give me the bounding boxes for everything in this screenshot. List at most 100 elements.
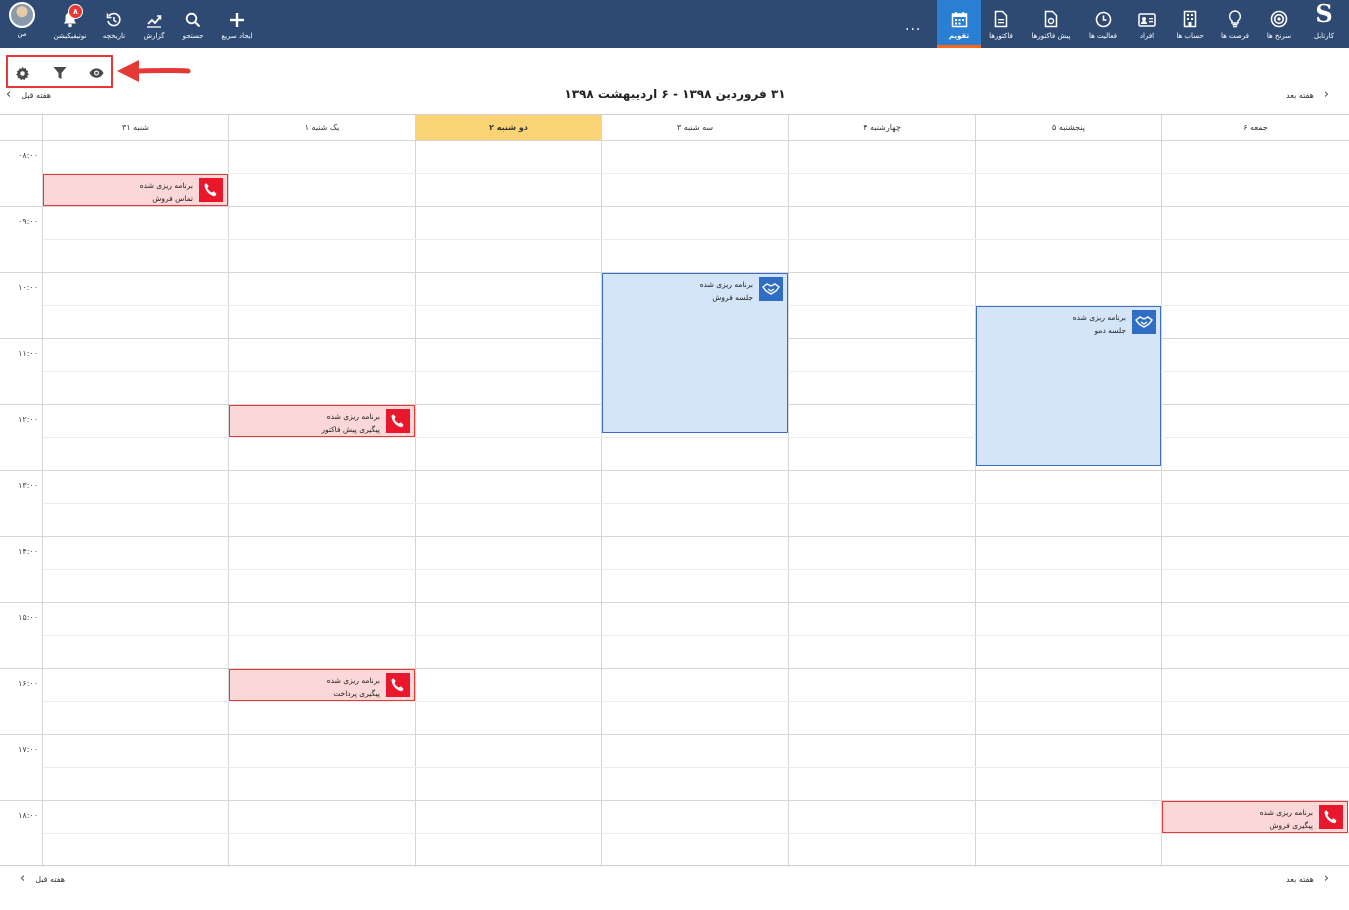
notification-count-badge: ۸ xyxy=(68,4,83,19)
nav-label: تقویم xyxy=(948,32,970,40)
nav-item-calendar[interactable]: تقویم xyxy=(937,0,981,48)
next-week-link-top[interactable]: هفته بعد › xyxy=(1286,87,1329,102)
grid-row-line xyxy=(0,536,1349,537)
time-label: ۱۳:۰۰ xyxy=(18,481,38,490)
nav-item-people[interactable]: افراد xyxy=(1132,0,1162,48)
building-icon xyxy=(1183,0,1197,28)
grid-column-line xyxy=(415,115,416,867)
day-header[interactable]: یک شنبه ۱ xyxy=(228,115,415,140)
avatar xyxy=(9,2,35,28)
prev-week-label: هفته قبل xyxy=(21,90,52,100)
nav-label: سرنخ ها xyxy=(1266,32,1292,40)
time-label: ۰۸:۰۰ xyxy=(18,151,38,160)
calendar-event-meeting[interactable]: برنامه ریزی شده جلسه دمو xyxy=(976,306,1161,466)
phone-icon xyxy=(386,673,410,697)
event-status: برنامه ریزی شده xyxy=(699,280,753,289)
settings-button[interactable] xyxy=(12,63,32,83)
event-title: جلسه فروش xyxy=(712,293,753,302)
event-status: برنامه ریزی شده xyxy=(326,676,380,685)
calendar-event-meeting[interactable]: برنامه ریزی شده جلسه فروش xyxy=(602,273,788,433)
day-header[interactable]: پنجشنبه ۵ xyxy=(975,115,1161,140)
nav-item-me[interactable]: من xyxy=(6,0,38,48)
nav-label: افراد xyxy=(1139,32,1155,40)
next-week-label: هفته بعد xyxy=(1286,874,1314,884)
next-week-label: هفته بعد xyxy=(1286,90,1314,100)
event-status: برنامه ریزی شده xyxy=(1072,313,1126,322)
day-header[interactable]: شنبه ۳۱ xyxy=(42,115,228,140)
day-header-today[interactable]: دو شنبه ۲ xyxy=(415,115,601,140)
nav-item-activities[interactable]: فعالیت ها xyxy=(1085,0,1121,48)
time-label: ۱۴:۰۰ xyxy=(18,547,38,556)
phone-icon xyxy=(386,409,410,433)
grid-half-line xyxy=(43,569,1349,570)
day-header[interactable]: چهارشنبه ۴ xyxy=(788,115,975,140)
target-icon xyxy=(1270,0,1288,28)
history-icon xyxy=(106,0,122,28)
grid-row-line xyxy=(0,668,1349,669)
prev-week-link-top[interactable]: ‹ هفته قبل xyxy=(6,88,52,101)
time-label: ۱۵:۰۰ xyxy=(18,613,38,622)
calendar-event-call[interactable]: برنامه ریزی شده پیگیری پرداخت xyxy=(229,669,415,701)
grid-column-line xyxy=(1161,115,1162,867)
grid-row-line xyxy=(0,734,1349,735)
nav-label: کارتابل xyxy=(1313,32,1335,40)
time-label: ۱۷:۰۰ xyxy=(18,745,38,754)
nav-label: فاکتورها xyxy=(989,32,1013,40)
grid-half-line xyxy=(43,635,1349,636)
filter-button[interactable] xyxy=(50,63,70,83)
nav-item-invoices[interactable]: فاکتورها xyxy=(984,0,1018,48)
chevron-right-icon: › xyxy=(1323,87,1329,102)
lightbulb-icon xyxy=(1228,0,1242,28)
time-label: ۱۰:۰۰ xyxy=(18,283,38,292)
nav-item-quick-create[interactable]: ایجاد سریع xyxy=(218,0,256,48)
calendar-event-call[interactable]: برنامه ریزی شده پیگیری فروش xyxy=(1162,801,1348,833)
phone-icon xyxy=(199,178,223,202)
view-button[interactable] xyxy=(86,63,106,83)
day-header[interactable]: جمعه ۶ xyxy=(1161,115,1349,140)
event-title: پیگیری پیش فاکتور xyxy=(321,425,380,434)
nav-item-kartable[interactable]: S کارتابل xyxy=(1307,0,1341,48)
nav-item-report[interactable]: گزارش xyxy=(140,0,168,48)
more-menu-button[interactable]: ... xyxy=(905,18,921,34)
nav-label: فعالیت ها xyxy=(1088,32,1118,40)
nav-item-quotes[interactable]: پیش فاکتورها xyxy=(1026,0,1076,48)
time-label: ۱۲:۰۰ xyxy=(18,415,38,424)
eye-icon xyxy=(88,68,104,78)
prev-week-link-bottom[interactable]: ‹ هفته قبل xyxy=(20,872,66,885)
grid-row-line xyxy=(0,470,1349,471)
settings-icon xyxy=(15,66,29,80)
event-title: تماس فروش xyxy=(152,194,193,203)
grid-half-line xyxy=(43,239,1349,240)
nav-item-history[interactable]: تاریخچه xyxy=(99,0,129,48)
calendar-icon xyxy=(951,0,968,28)
grid-column-line xyxy=(975,115,976,867)
nav-item-opportunities[interactable]: فرصت ها xyxy=(1220,0,1250,48)
grid-row-line xyxy=(0,140,1349,141)
grid-row-line xyxy=(0,206,1349,207)
nav-label: گزارش xyxy=(143,32,165,40)
time-label: ۱۸:۰۰ xyxy=(18,811,38,820)
clock-icon xyxy=(1095,0,1112,28)
calendar-event-call[interactable]: برنامه ریزی شده تماس فروش xyxy=(43,174,228,206)
time-label: ۰۹:۰۰ xyxy=(18,217,38,226)
chart-icon xyxy=(146,0,162,28)
plus-icon xyxy=(229,0,245,28)
day-header[interactable]: سه شنبه ۳ xyxy=(601,115,788,140)
nav-item-leads[interactable]: سرنخ ها xyxy=(1262,0,1296,48)
quote-file-icon xyxy=(1044,0,1058,28)
view-toolbar-highlight xyxy=(6,55,113,88)
grid-column-line xyxy=(788,115,789,867)
nav-item-accounts[interactable]: حساب ها xyxy=(1173,0,1207,48)
invoice-file-icon xyxy=(994,0,1008,28)
grid-column-line xyxy=(42,115,43,867)
grid-half-line xyxy=(43,503,1349,504)
filter-icon xyxy=(53,67,67,79)
nav-label: من xyxy=(17,30,27,38)
nav-label: ایجاد سریع xyxy=(221,32,253,40)
nav-item-search[interactable]: جستجو xyxy=(178,0,208,48)
next-week-link-bottom[interactable]: هفته بعد › xyxy=(1286,872,1329,885)
top-navigation-bar: S کارتابل سرنخ ها فرصت ها حساب ها افراد … xyxy=(0,0,1349,48)
event-title: پیگیری پرداخت xyxy=(333,689,380,698)
prev-week-label: هفته قبل xyxy=(35,874,66,884)
calendar-event-call[interactable]: برنامه ریزی شده پیگیری پیش فاکتور xyxy=(229,405,415,437)
